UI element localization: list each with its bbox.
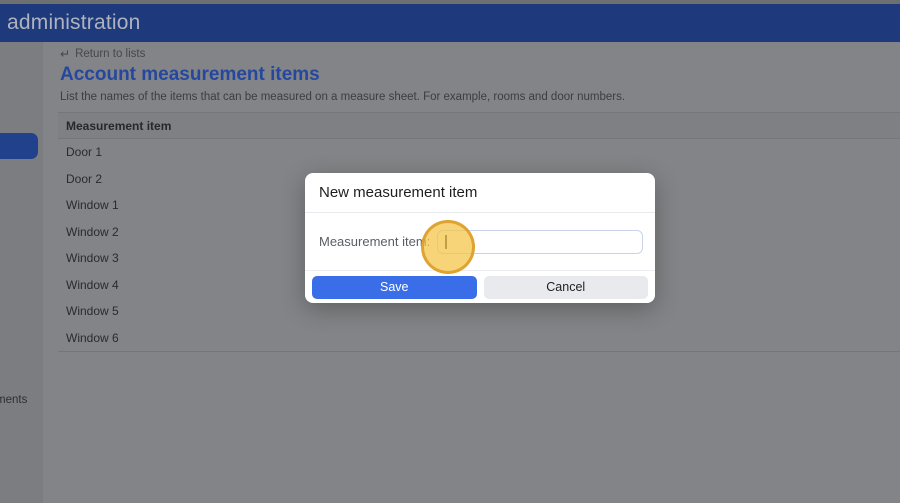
app-header-title: administration [7,11,141,34]
sidebar-item-label-partial[interactable]: ments [0,394,27,406]
return-arrow-icon: ↵ [60,47,71,61]
cancel-button[interactable]: Cancel [483,275,648,299]
table-row[interactable]: Door 1 [58,139,900,166]
modal-header: New measurement item [305,173,655,213]
save-button[interactable]: Save [312,275,477,299]
modal-body: Measurement item: [305,213,655,270]
modal-title: New measurement item [319,184,478,201]
sidebar: ments [0,42,43,503]
measurement-item-label: Measurement item: [319,234,431,249]
click-highlight-circle [421,220,475,274]
page-title: Account measurement items [60,64,320,85]
new-measurement-modal: New measurement item Measurement item: S… [305,173,655,303]
table-row[interactable]: Window 6 [58,325,900,352]
page-description: List the names of the items that can be … [60,91,626,103]
return-to-lists-link[interactable]: ↵ Return to lists [60,48,145,60]
return-to-lists-label: Return to lists [75,48,146,60]
app-header: administration [0,4,900,42]
modal-footer: Save Cancel [305,270,655,303]
sidebar-active-item[interactable] [0,133,38,159]
table-header-measurement-item: Measurement item [58,113,900,139]
